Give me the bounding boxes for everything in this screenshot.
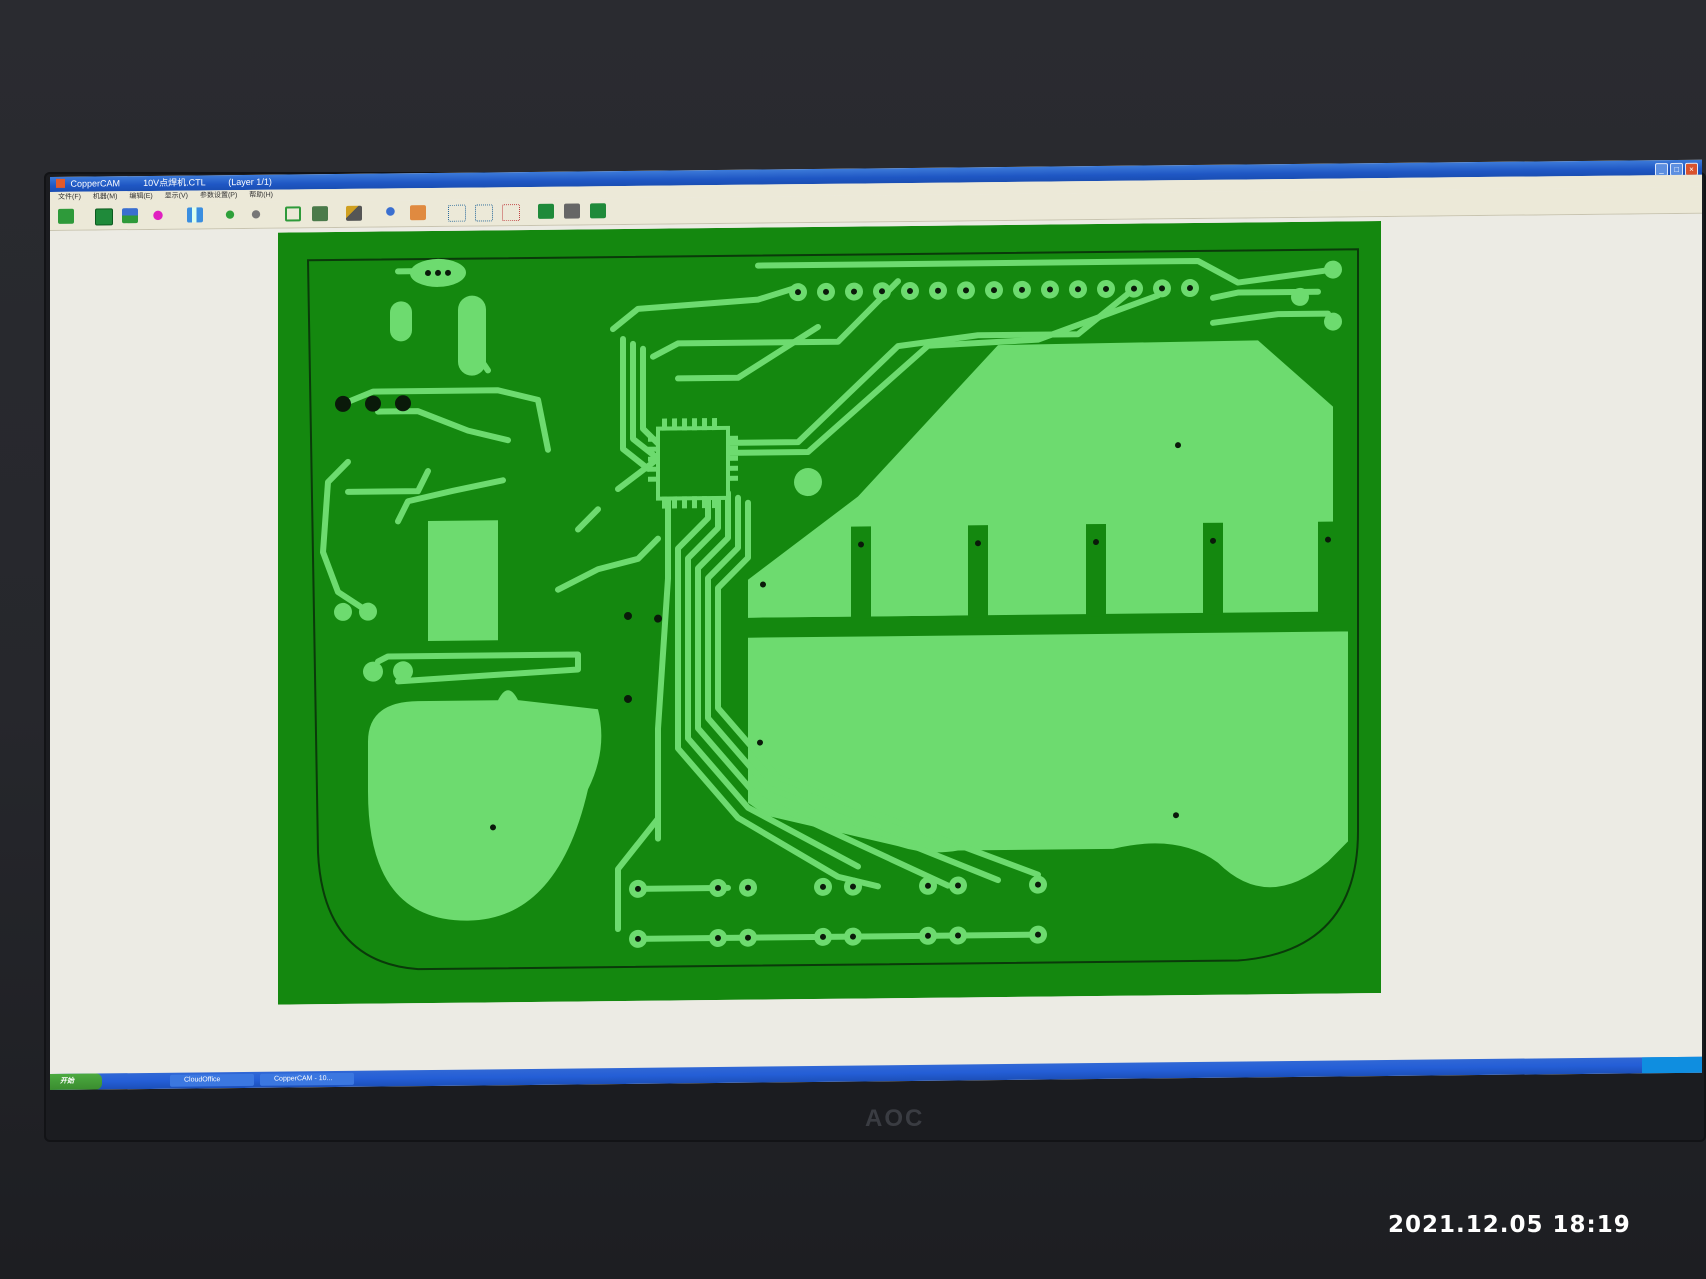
menu-machine[interactable]: 机器(M) xyxy=(93,193,118,200)
start-button[interactable]: 开始 xyxy=(50,1073,102,1090)
menu-file[interactable]: 文件(F) xyxy=(58,194,81,201)
tool-icon[interactable] xyxy=(248,206,264,222)
workspace[interactable] xyxy=(50,213,1702,1075)
layer-indicator: (Layer 1/1) xyxy=(228,176,272,188)
grid-alt-icon[interactable] xyxy=(475,204,493,222)
app-icon xyxy=(56,178,65,188)
track-icon[interactable] xyxy=(222,207,238,223)
taskbar-item-coppercam[interactable]: CopperCAM - 10... xyxy=(260,1072,354,1086)
photo-timestamp: 2021.12.05 18:19 xyxy=(1388,1212,1631,1238)
frame-icon[interactable] xyxy=(285,206,301,222)
grid-icon[interactable] xyxy=(448,204,466,222)
menu-view[interactable]: 显示(V) xyxy=(165,193,188,200)
zoom-icon[interactable] xyxy=(384,205,400,221)
settings-icon[interactable] xyxy=(410,205,426,221)
dots-icon[interactable] xyxy=(502,204,520,222)
open-icon[interactable] xyxy=(58,208,74,224)
menu-parameters[interactable]: 参数设置(P) xyxy=(200,192,237,199)
drill-icon[interactable] xyxy=(150,207,166,223)
menu-edit[interactable]: 编辑(E) xyxy=(129,193,152,200)
menu-help[interactable]: 帮助(H) xyxy=(249,192,273,199)
copper-pour-mid xyxy=(428,520,498,642)
layer2-icon[interactable] xyxy=(564,203,580,219)
pad-icon[interactable] xyxy=(187,207,203,223)
monitor-brand: AOC xyxy=(865,1105,925,1132)
board-icon[interactable] xyxy=(95,208,113,226)
layer1-icon[interactable] xyxy=(538,203,554,219)
mill-icon[interactable] xyxy=(312,206,328,222)
taskbar-item-cloudoffice[interactable]: CloudOffice xyxy=(170,1073,254,1087)
ic-u1 xyxy=(656,425,730,501)
app-name: CopperCAM xyxy=(70,178,121,189)
screen: CopperCAM 10V点焊机.CTL (Layer 1/1) _ □ × 文件(… xyxy=(50,159,1702,1091)
pcb-board[interactable] xyxy=(278,221,1381,1005)
layer-icon[interactable] xyxy=(122,208,138,224)
system-tray xyxy=(1642,1056,1702,1074)
file-name: 10V点焊机.CTL xyxy=(143,177,206,189)
contour-icon[interactable] xyxy=(346,205,362,221)
layer3-icon[interactable] xyxy=(590,203,606,219)
